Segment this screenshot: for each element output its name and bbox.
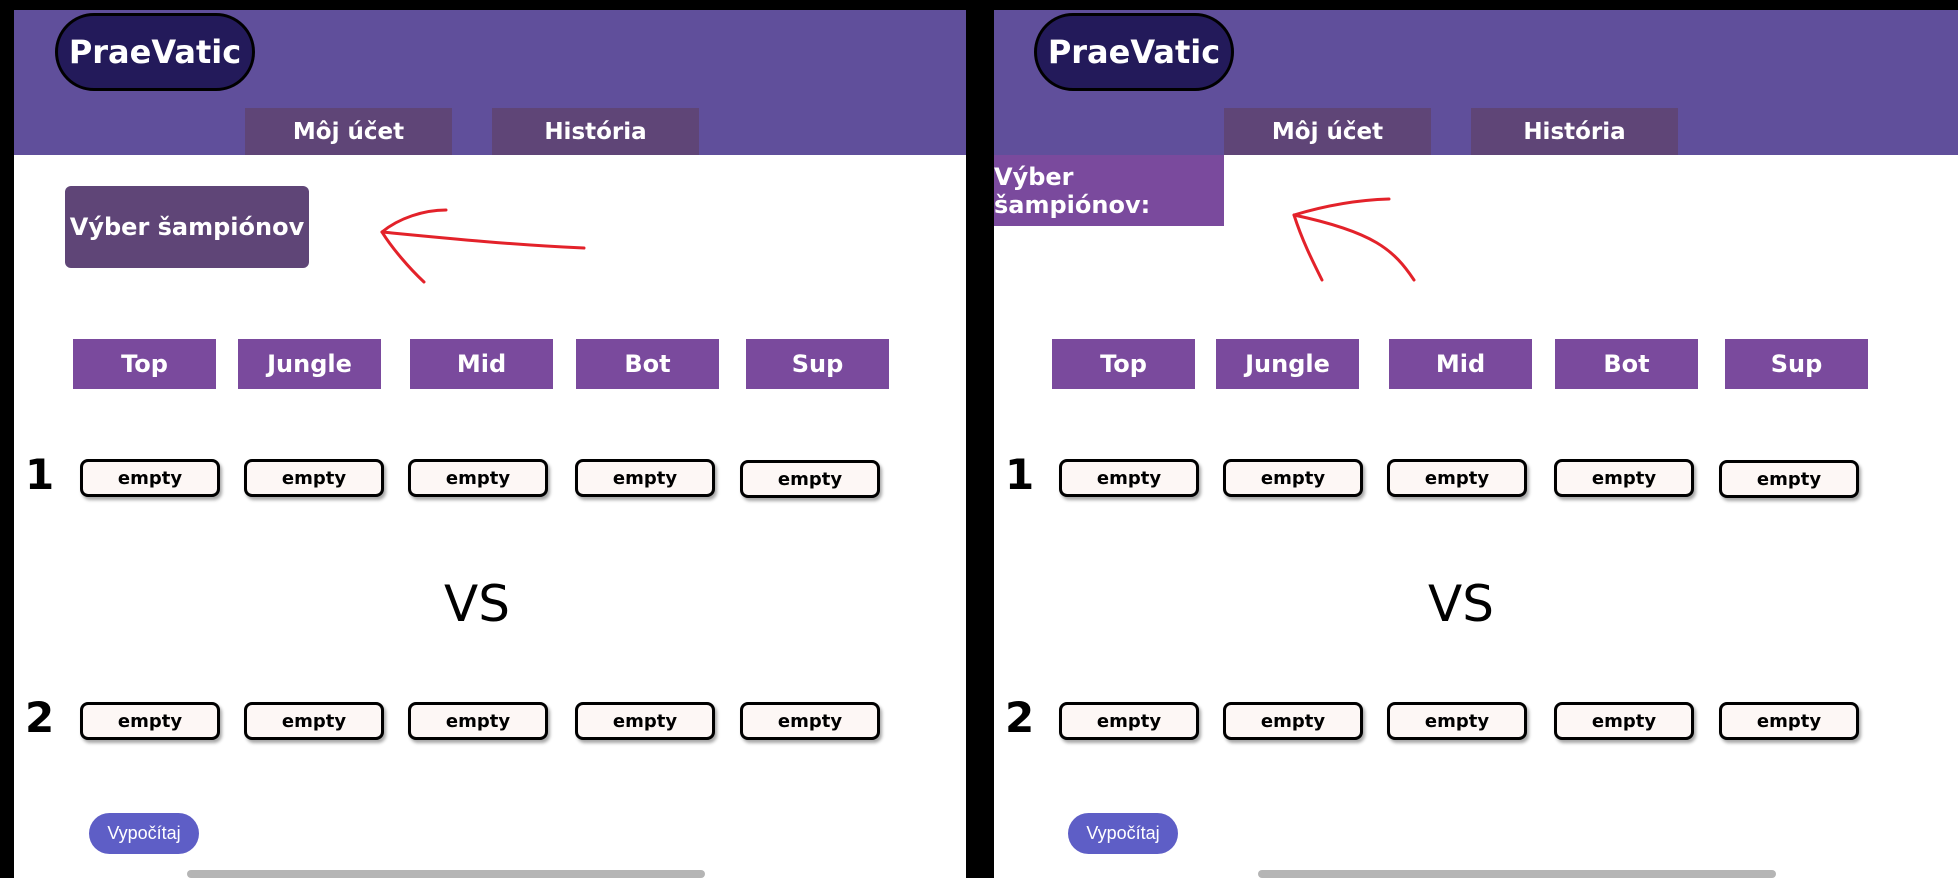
role-header-mid: Mid: [1389, 339, 1532, 389]
calculate-button[interactable]: Vypočítaj: [1068, 813, 1178, 854]
team-2-slot-top[interactable]: empty: [1059, 702, 1199, 740]
screenshot-panel-right: PraeVatic Môj účet História Výber šampió…: [994, 10, 1958, 878]
team-2-slot-jungle[interactable]: empty: [244, 702, 384, 740]
team-2-slot-bot[interactable]: empty: [1554, 702, 1694, 740]
team-1-slot-bot[interactable]: empty: [575, 459, 715, 497]
team-1-slot-mid[interactable]: empty: [1387, 459, 1527, 497]
team-2-slot-jungle[interactable]: empty: [1223, 702, 1363, 740]
role-header-top: Top: [73, 339, 216, 389]
frame-left-border: [0, 0, 14, 878]
team-1-slot-top[interactable]: empty: [80, 459, 220, 497]
team-1-slot-mid[interactable]: empty: [408, 459, 548, 497]
horizontal-scrollbar[interactable]: [187, 870, 705, 878]
horizontal-scrollbar[interactable]: [1258, 870, 1776, 878]
team-2-slot-mid[interactable]: empty: [408, 702, 548, 740]
team-1-slot-jungle[interactable]: empty: [1223, 459, 1363, 497]
team-1-slot-bot[interactable]: empty: [1554, 459, 1694, 497]
team-1-slot-sup[interactable]: empty: [1719, 460, 1859, 498]
calculate-button[interactable]: Vypočítaj: [89, 813, 199, 854]
team-1-number: 1: [25, 450, 55, 499]
role-header-bot: Bot: [1555, 339, 1698, 389]
role-header-top: Top: [1052, 339, 1195, 389]
team-2-slot-sup[interactable]: empty: [740, 702, 880, 740]
annotation-arrow: [380, 208, 586, 284]
role-header-jungle: Jungle: [1216, 339, 1359, 389]
team-2-number: 2: [25, 693, 55, 742]
team-2-slot-sup[interactable]: empty: [1719, 702, 1859, 740]
team-2-number: 2: [1005, 693, 1035, 742]
team-2-slot-mid[interactable]: empty: [1387, 702, 1527, 740]
team-1-number: 1: [1005, 450, 1035, 499]
team-1-slot-top[interactable]: empty: [1059, 459, 1199, 497]
versus-label: VS: [1428, 575, 1494, 633]
team-2-slot-bot[interactable]: empty: [575, 702, 715, 740]
role-header-sup: Sup: [746, 339, 889, 389]
annotation-arrow: [1292, 197, 1416, 282]
role-header-jungle: Jungle: [238, 339, 381, 389]
versus-label: VS: [444, 575, 510, 633]
role-header-bot: Bot: [576, 339, 719, 389]
team-1-slot-jungle[interactable]: empty: [244, 459, 384, 497]
team-1-slot-sup[interactable]: empty: [740, 460, 880, 498]
role-header-sup: Sup: [1725, 339, 1868, 389]
screenshot-panel-left: PraeVatic Môj účet História Výber šampió…: [14, 10, 966, 878]
panel-divider: [966, 0, 994, 878]
team-2-slot-top[interactable]: empty: [80, 702, 220, 740]
role-header-mid: Mid: [410, 339, 553, 389]
